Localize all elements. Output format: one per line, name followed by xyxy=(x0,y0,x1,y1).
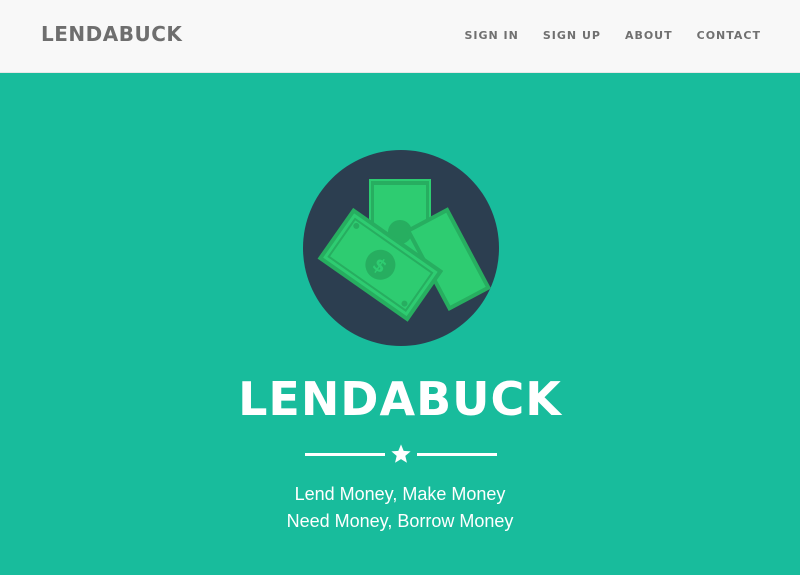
star-icon xyxy=(391,444,411,463)
hero-title: LENDABUCK xyxy=(238,372,562,426)
nav-links: SIGN IN SIGN UP ABOUT CONTACT xyxy=(440,29,761,42)
money-bills-icon: $ xyxy=(303,150,499,346)
star-divider xyxy=(305,443,497,465)
top-navbar: LENDABUCK SIGN IN SIGN UP ABOUT CONTACT xyxy=(0,0,800,73)
nav-sign-up-link[interactable]: SIGN UP xyxy=(543,29,601,42)
brand-link[interactable]: LENDABUCK xyxy=(41,22,182,46)
tagline-borrow: Need Money, Borrow Money xyxy=(286,511,514,531)
hero-section: $ LENDABUCK Lend Money, Make Money Need … xyxy=(0,73,800,575)
tagline-lend: Lend Money, Make Money xyxy=(294,484,506,504)
nav-sign-in-link[interactable]: SIGN IN xyxy=(464,29,518,42)
divider-line-left xyxy=(305,453,385,456)
divider-line-right xyxy=(417,453,497,456)
nav-about-link[interactable]: ABOUT xyxy=(625,29,673,42)
nav-contact-link[interactable]: CONTACT xyxy=(697,29,761,42)
